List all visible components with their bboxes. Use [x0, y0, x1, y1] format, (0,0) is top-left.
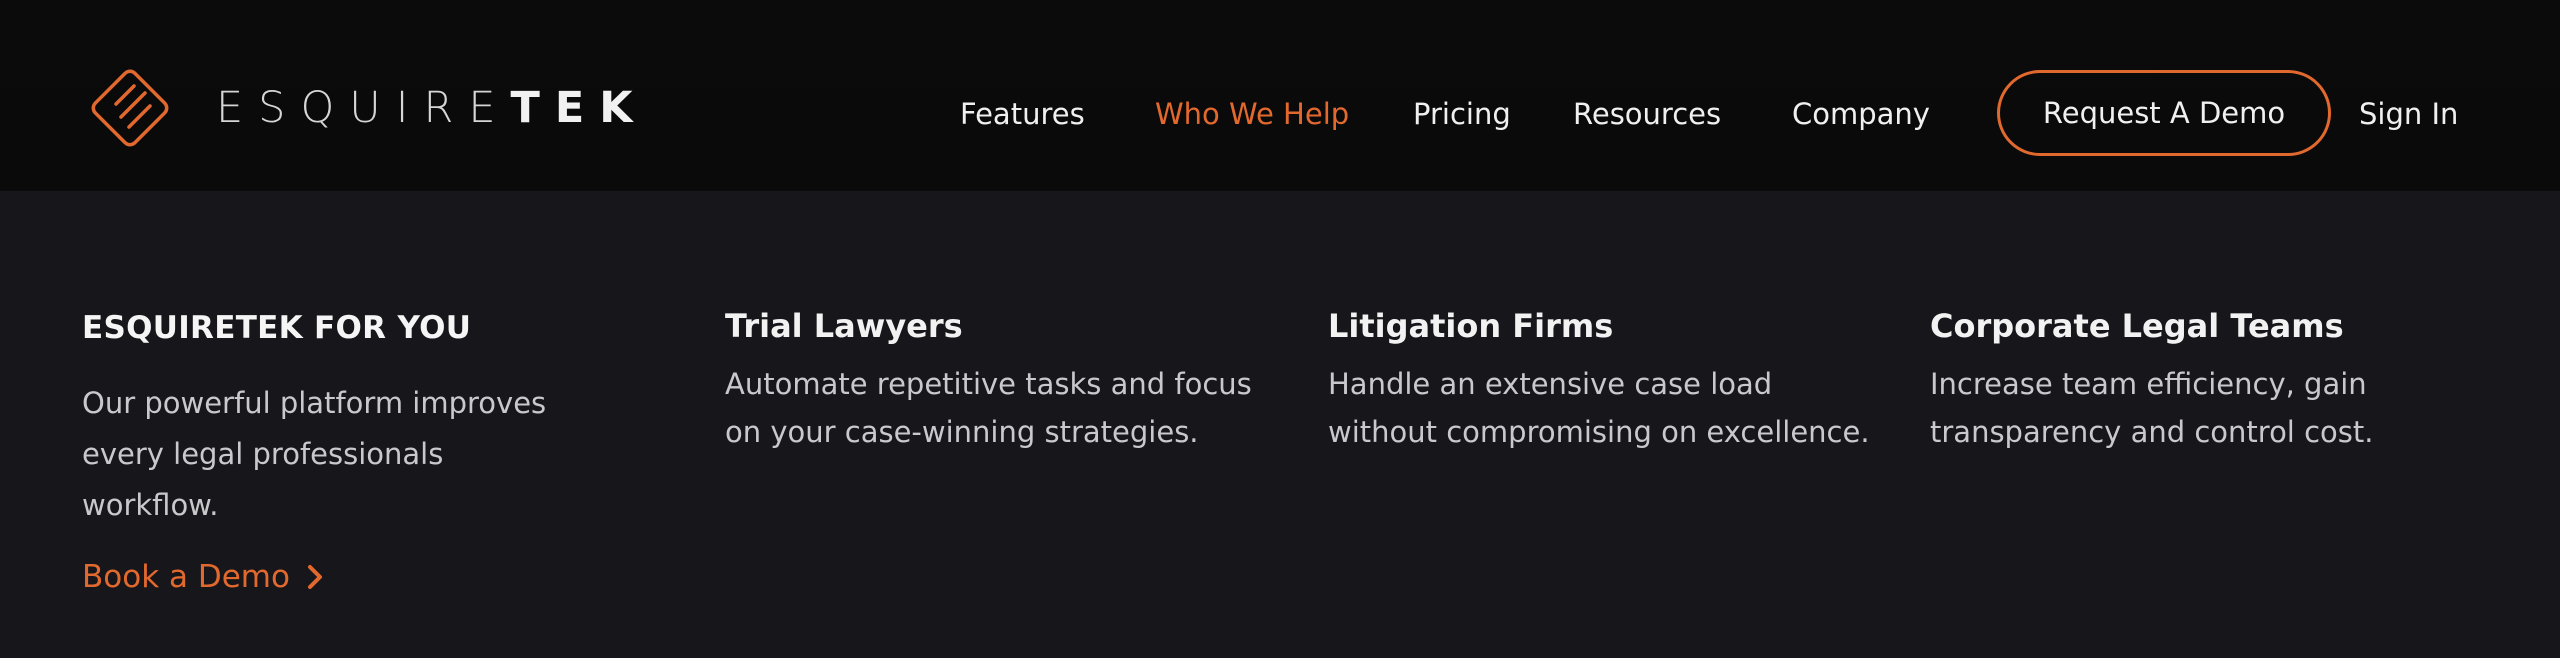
menu-intro: ESQUIRETEK FOR YOU Our powerful platform…	[82, 306, 602, 599]
sign-in-link[interactable]: Sign In	[2359, 94, 2458, 134]
menu-item-description-line: transparency and control cost.	[1930, 415, 2374, 449]
book-demo-label: Book a Demo	[82, 559, 290, 595]
logo-wordmark: ESQUIRETEK	[216, 86, 648, 130]
menu-item-corporate-legal-teams[interactable]: Corporate Legal Teams Increase team effi…	[1930, 302, 2510, 456]
nav-features[interactable]: Features	[960, 94, 1085, 134]
menu-item-description-line: without compromising on excellence.	[1328, 415, 1870, 449]
chevron-right-icon	[307, 565, 322, 589]
logo-link[interactable]: ESQUIRETEK	[82, 58, 648, 158]
nav-who-we-help[interactable]: Who We Help	[1155, 94, 1349, 134]
request-demo-button[interactable]: Request A Demo	[1997, 70, 2331, 156]
diamond-lines-icon	[91, 69, 169, 147]
book-demo-link[interactable]: Book a Demo	[82, 555, 326, 599]
page: ESQUIRETEK Features Who We Help Pricing …	[0, 0, 2560, 658]
menu-item-title: Trial Lawyers	[725, 307, 963, 345]
menu-item-description: Increase team efficiency, gain transpare…	[1930, 360, 2510, 456]
site-header: ESQUIRETEK Features Who We Help Pricing …	[0, 0, 2560, 191]
menu-item-description: Handle an extensive case load without co…	[1328, 360, 1908, 456]
intro-body: Our powerful platform improves every leg…	[82, 386, 547, 522]
menu-item-description-line: Increase team efficiency, gain	[1930, 367, 2367, 401]
menu-item-description-line: on your case-winning strategies.	[725, 415, 1199, 449]
logo-wordmark-bold: TEK	[510, 82, 648, 133]
menu-item-title: Litigation Firms	[1328, 307, 1614, 345]
nav-resources[interactable]: Resources	[1573, 94, 1721, 134]
menu-item-trial-lawyers[interactable]: Trial Lawyers Automate repetitive tasks …	[725, 302, 1305, 456]
menu-item-litigation-firms[interactable]: Litigation Firms Handle an extensive cas…	[1328, 302, 1908, 456]
menu-item-description-line: Handle an extensive case load	[1328, 367, 1773, 401]
menu-item-title: Corporate Legal Teams	[1930, 307, 2344, 345]
logo-wordmark-light: ESQUIRE	[216, 82, 511, 133]
menu-item-description: Automate repetitive tasks and focus on y…	[725, 360, 1305, 456]
nav-pricing[interactable]: Pricing	[1413, 94, 1511, 134]
menu-item-description-line: Automate repetitive tasks and focus	[725, 367, 1252, 401]
nav-company[interactable]: Company	[1792, 94, 1930, 134]
intro-title: ESQUIRETEK FOR YOU	[82, 310, 472, 346]
